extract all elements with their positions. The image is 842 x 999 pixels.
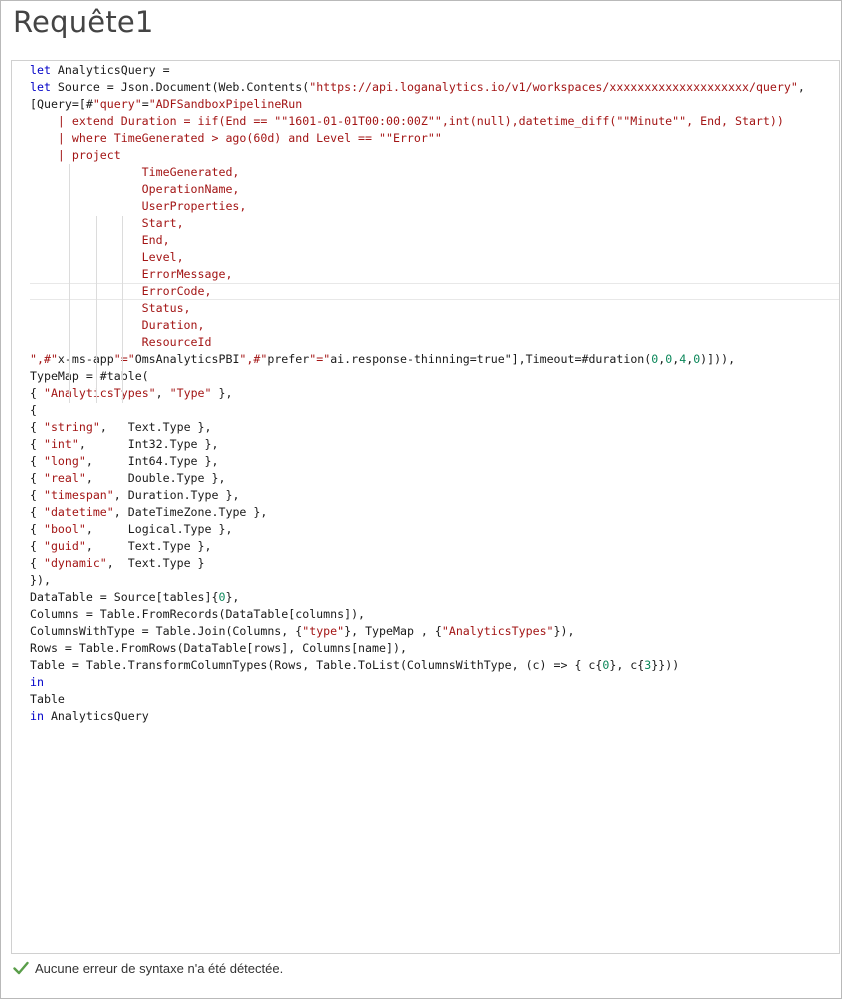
code-line: Status, — [30, 301, 191, 315]
code-line: { "guid", Text.Type }, — [30, 539, 212, 553]
code-line: ColumnsWithType = Table.Join(Columns, {"… — [30, 624, 575, 638]
code-line: { "AnalyticsTypes", "Type" }, — [30, 386, 233, 400]
code-line: }), — [30, 573, 51, 587]
code-line: in — [30, 675, 44, 689]
code-lines: let AnalyticsQuery = let Source = Json.Do… — [12, 62, 839, 725]
code-line: UserProperties, — [30, 199, 247, 213]
code-line: { "string", Text.Type }, — [30, 420, 212, 434]
code-line: { "long", Int64.Type }, — [30, 454, 219, 468]
code-line: { "bool", Logical.Type }, — [30, 522, 233, 536]
code-line: ResourceId — [30, 335, 212, 349]
code-line: Start, — [30, 216, 184, 230]
code-line: OperationName, — [30, 182, 240, 196]
code-line: { "dynamic", Text.Type } — [30, 556, 205, 570]
status-message: Aucune erreur de syntaxe n'a été détecté… — [35, 960, 284, 976]
code-line: [Query=[#"query"="ADFSandboxPipelineRun — [30, 97, 303, 111]
code-line: let Source = Json.Document(Web.Contents(… — [30, 80, 805, 94]
code-line: TimeGenerated, — [30, 165, 240, 179]
code-line: Table = Table.TransformColumnTypes(Rows,… — [30, 658, 680, 672]
code-line: DataTable = Source[tables]{0}, — [30, 590, 240, 604]
code-line: let AnalyticsQuery = — [30, 63, 170, 77]
code-line: { "real", Double.Type }, — [30, 471, 226, 485]
code-line: ErrorCode, — [12, 283, 839, 300]
code-line: Duration, — [30, 318, 205, 332]
syntax-status: Aucune erreur de syntaxe n'a été détecté… — [13, 957, 283, 979]
query-editor-window: Requête1 let AnalyticsQuery = let Source … — [0, 0, 842, 999]
code-line: Level, — [30, 250, 184, 264]
code-line: ErrorMessage, — [30, 267, 233, 281]
query-title: Requête1 — [13, 5, 154, 39]
checkmark-icon — [13, 961, 29, 975]
code-line: ",#"x-ms-app"="OmsAnalyticsPBI",#"prefer… — [30, 352, 736, 366]
code-line: { "datetime", DateTimeZone.Type }, — [30, 505, 268, 519]
code-line: in AnalyticsQuery — [30, 709, 149, 723]
code-line: { "int", Int32.Type }, — [30, 437, 219, 451]
code-line: | where TimeGenerated > ago(60d) and Lev… — [30, 131, 442, 145]
code-line: | extend Duration = iif(End == ""1601-01… — [30, 114, 784, 128]
code-line: | project — [30, 148, 121, 162]
code-line: Columns = Table.FromRecords(DataTable[co… — [30, 607, 366, 621]
code-line: { — [30, 403, 37, 417]
code-line: Table — [30, 692, 65, 706]
code-line: Rows = Table.FromRows(DataTable[rows], C… — [30, 641, 407, 655]
code-line: End, — [30, 233, 170, 247]
code-line: TypeMap = #table( — [30, 369, 149, 383]
code-editor[interactable]: let AnalyticsQuery = let Source = Json.Do… — [11, 60, 840, 954]
code-line: { "timespan", Duration.Type }, — [30, 488, 240, 502]
